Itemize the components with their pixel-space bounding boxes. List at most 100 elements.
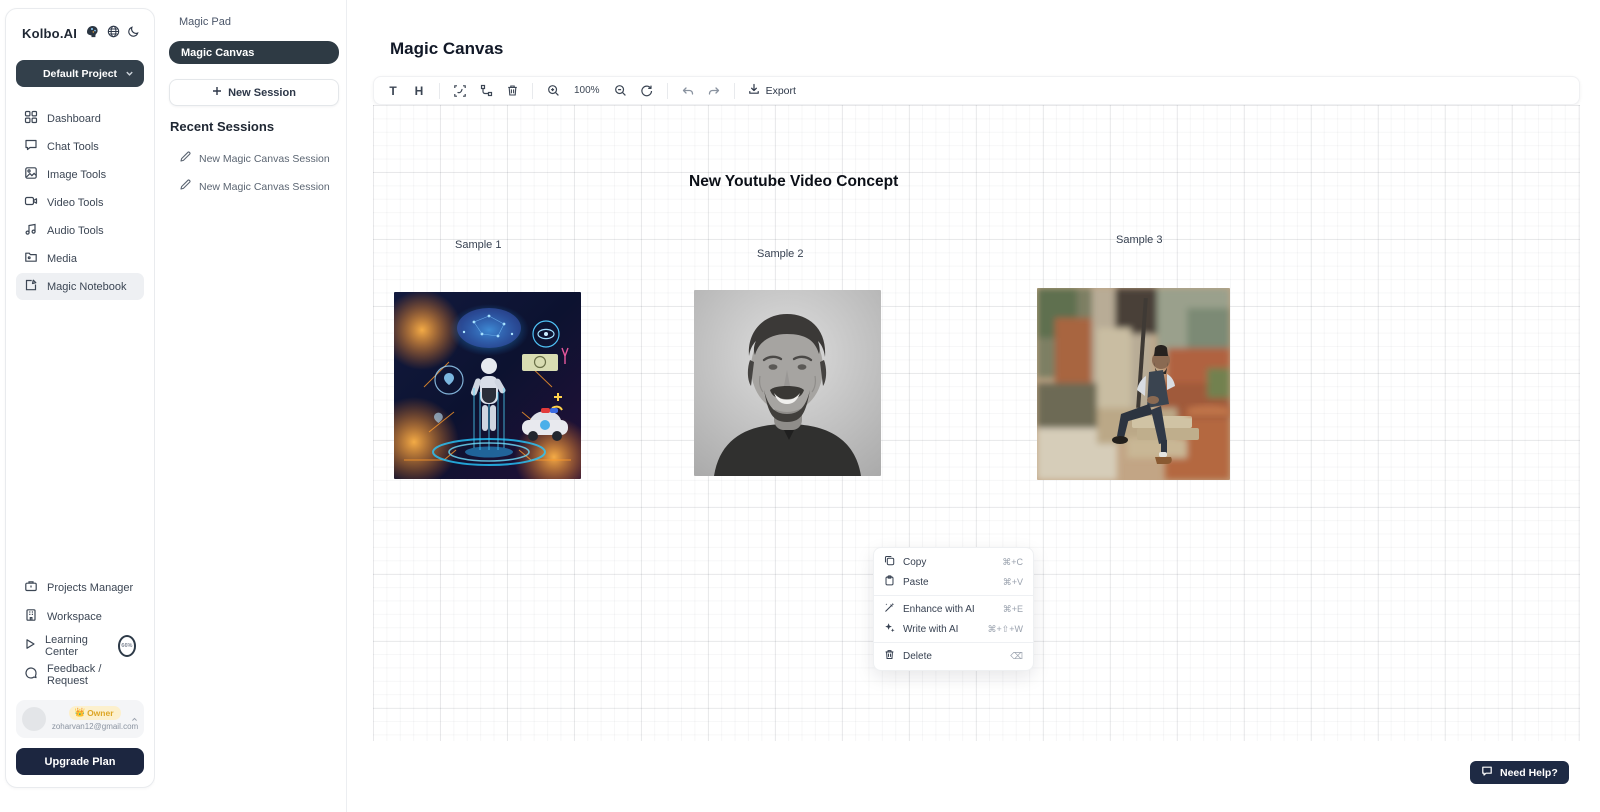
plus-icon bbox=[212, 86, 222, 99]
sidebar-item-magic-notebook[interactable]: Magic Notebook bbox=[16, 273, 144, 300]
canvas-heading-text[interactable]: New Youtube Video Concept bbox=[689, 173, 898, 191]
briefcase-icon bbox=[24, 579, 38, 596]
context-menu-label: Write with AI bbox=[903, 624, 958, 635]
video-icon bbox=[24, 194, 38, 211]
toolbar-divider bbox=[667, 83, 668, 99]
sidebar-item-label: Chat Tools bbox=[47, 141, 99, 153]
sidebar-item-label: Learning Center bbox=[45, 634, 107, 658]
need-help-label: Need Help? bbox=[1500, 767, 1558, 779]
user-email: zoharvan12@gmail.com bbox=[52, 722, 138, 731]
delete-tool-button[interactable] bbox=[501, 80, 523, 102]
need-help-button[interactable]: Need Help? bbox=[1470, 761, 1569, 784]
session-item-label: New Magic Canvas Session bbox=[199, 153, 330, 165]
page-title: Magic Canvas bbox=[390, 39, 503, 59]
project-selector[interactable]: Default Project bbox=[16, 60, 144, 87]
chevron-down-icon bbox=[125, 69, 134, 81]
context-menu-label: Copy bbox=[903, 557, 926, 568]
pencil-icon bbox=[179, 151, 191, 166]
context-menu-item-paste[interactable]: Paste ⌘+V bbox=[874, 572, 1033, 592]
session-list-item[interactable]: New Magic Canvas Session bbox=[179, 179, 339, 194]
sample-1-image[interactable] bbox=[394, 292, 581, 479]
sidebar-item-audio-tools[interactable]: Audio Tools bbox=[16, 217, 144, 244]
context-menu-label: Delete bbox=[903, 651, 932, 662]
context-menu-item-delete[interactable]: Delete ⌫ bbox=[874, 646, 1033, 666]
context-menu-item-copy[interactable]: Copy ⌘+C bbox=[874, 552, 1033, 572]
sidebar-item-dashboard[interactable]: Dashboard bbox=[16, 105, 144, 132]
wand-icon bbox=[884, 602, 895, 616]
user-account-card[interactable]: 👑Owner zoharvan12@gmail.com bbox=[16, 700, 144, 738]
sidebar-item-feedback-request[interactable]: Feedback / Request bbox=[16, 661, 144, 688]
undo-button[interactable] bbox=[677, 80, 699, 102]
owner-role-badge: 👑Owner bbox=[69, 706, 120, 720]
sparkle-icon bbox=[884, 622, 895, 636]
sidebar-item-chat-tools[interactable]: Chat Tools bbox=[16, 133, 144, 160]
shortcut-hint: ⌘+⇧+W bbox=[987, 624, 1023, 635]
session-list-item[interactable]: New Magic Canvas Session bbox=[179, 151, 339, 166]
brand-head-icon bbox=[84, 23, 100, 44]
sidebar-item-media[interactable]: Media bbox=[16, 245, 144, 272]
help-chat-icon bbox=[1481, 765, 1493, 780]
new-session-label: New Session bbox=[228, 87, 296, 99]
shortcut-hint: ⌘+C bbox=[1002, 557, 1023, 568]
session-item-label: New Magic Canvas Session bbox=[199, 181, 330, 193]
reset-rotation-button[interactable] bbox=[636, 80, 658, 102]
pencil-icon bbox=[179, 179, 191, 194]
upgrade-plan-button[interactable]: Upgrade Plan bbox=[16, 748, 144, 775]
sidebar-item-label: Workspace bbox=[47, 611, 102, 623]
sidebar-item-image-tools[interactable]: Image Tools bbox=[16, 161, 144, 188]
shortcut-hint: ⌘+V bbox=[1003, 577, 1023, 588]
context-menu-item-write-with-ai[interactable]: Write with AI ⌘+⇧+W bbox=[874, 619, 1033, 639]
chat-icon bbox=[24, 138, 38, 155]
brand-logo-text: Kolbo.AI bbox=[22, 26, 77, 41]
sidebar-item-label: Audio Tools bbox=[47, 225, 104, 237]
sample-2-image[interactable] bbox=[694, 290, 881, 476]
context-menu-divider bbox=[874, 642, 1033, 643]
sample-3-label[interactable]: Sample 3 bbox=[1116, 234, 1162, 246]
avatar bbox=[22, 707, 46, 731]
paste-icon bbox=[884, 575, 895, 589]
ai-select-tool-button[interactable] bbox=[449, 80, 471, 102]
sidebar-item-workspace[interactable]: Workspace bbox=[16, 603, 144, 630]
sidebar-item-label: Magic Notebook bbox=[47, 281, 127, 293]
context-menu-item-enhance-with-ai[interactable]: Enhance with AI ⌘+E bbox=[874, 599, 1033, 619]
toolbar-divider bbox=[439, 83, 440, 99]
sidebar-item-video-tools[interactable]: Video Tools bbox=[16, 189, 144, 216]
building-icon bbox=[24, 608, 38, 625]
sidebar-item-label: Dashboard bbox=[47, 113, 101, 125]
user-meta: 👑Owner zoharvan12@gmail.com bbox=[52, 706, 138, 731]
project-selector-label: Default Project bbox=[43, 68, 117, 80]
notebook-icon bbox=[24, 278, 38, 295]
sidebar-item-label: Media bbox=[47, 253, 77, 265]
recent-sessions-heading: Recent Sessions bbox=[170, 119, 274, 134]
connector-tool-button[interactable] bbox=[475, 80, 497, 102]
sample-2-label[interactable]: Sample 2 bbox=[757, 248, 803, 260]
trash-icon bbox=[884, 649, 895, 663]
audio-icon bbox=[24, 222, 38, 239]
zoom-in-button[interactable] bbox=[542, 80, 564, 102]
export-button[interactable]: Export bbox=[744, 83, 800, 98]
text-tool-button[interactable]: T bbox=[382, 80, 404, 102]
redo-button[interactable] bbox=[703, 80, 725, 102]
language-globe-icon[interactable] bbox=[107, 25, 120, 43]
magic-canvas-item-selected[interactable]: Magic Canvas bbox=[169, 41, 339, 64]
canvas-toolbar: T H 100% Export bbox=[373, 76, 1580, 105]
sidebar-item-projects-manager[interactable]: Projects Manager bbox=[16, 574, 144, 601]
sessions-panel: Magic Pad Magic Canvas New Session Recen… bbox=[155, 0, 347, 812]
context-menu-divider bbox=[874, 595, 1033, 596]
sidebar-item-label: Image Tools bbox=[47, 169, 106, 181]
media-folder-icon bbox=[24, 250, 38, 267]
magic-pad-item[interactable]: Magic Pad bbox=[179, 16, 231, 28]
crown-icon: 👑 bbox=[74, 707, 85, 718]
heading-tool-button[interactable]: H bbox=[408, 80, 430, 102]
zoom-out-button[interactable] bbox=[610, 80, 632, 102]
sidebar-item-learning-center[interactable]: Learning Center 66% bbox=[16, 632, 144, 659]
sidebar-item-label: Projects Manager bbox=[47, 582, 133, 594]
export-label: Export bbox=[766, 85, 796, 97]
play-icon bbox=[24, 638, 36, 653]
sample-1-label[interactable]: Sample 1 bbox=[455, 239, 501, 251]
dark-mode-moon-icon[interactable] bbox=[127, 25, 140, 43]
sample-3-image[interactable] bbox=[1037, 288, 1230, 480]
sidebar-bottom-nav: Projects Manager Workspace Learning Cent… bbox=[16, 574, 144, 688]
new-session-button[interactable]: New Session bbox=[169, 79, 339, 106]
toolbar-divider bbox=[532, 83, 533, 99]
